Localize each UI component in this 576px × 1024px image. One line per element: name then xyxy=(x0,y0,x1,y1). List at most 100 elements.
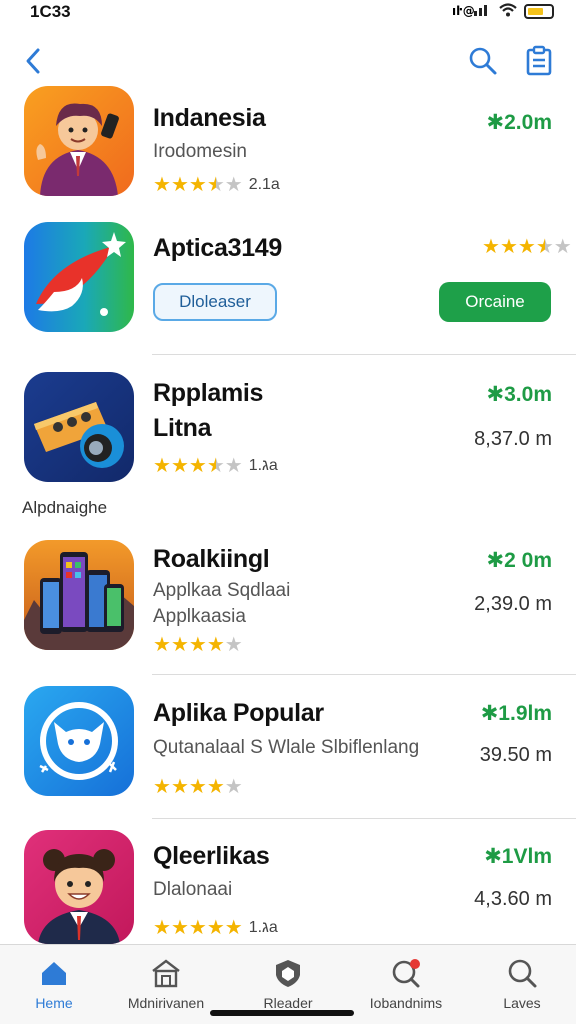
star-icon: ★ xyxy=(170,455,189,477)
tab-home[interactable]: Heme xyxy=(2,953,106,1019)
star-icon: ★ xyxy=(535,236,554,258)
shield-icon xyxy=(276,960,300,987)
rating-stars: ★★★★★ xyxy=(153,915,243,940)
star-icon: ★ xyxy=(170,634,189,656)
store-icon xyxy=(152,959,180,988)
app-icon-qleerlikas xyxy=(24,830,134,944)
cellular-signal-icon: ıŀ@ xyxy=(452,3,492,20)
chevron-left-icon xyxy=(26,48,40,74)
star-icon: ★ xyxy=(206,174,225,196)
app-name: Roalkiingl xyxy=(153,545,270,573)
app-size: 39.50 m xyxy=(479,744,552,766)
home-icon xyxy=(42,962,66,985)
rating-stars: ★★★★★ xyxy=(482,234,572,259)
notification-search-icon xyxy=(392,959,420,988)
section-label: Alpdnaighe xyxy=(22,498,108,517)
rating-stars: ★★★★★ xyxy=(153,453,243,478)
star-icon: ★ xyxy=(170,776,189,798)
app-rating: ★★★★★ xyxy=(153,774,243,799)
home-indicator[interactable] xyxy=(210,1010,354,1016)
rating-count: ג.1a xyxy=(248,918,278,936)
rating-count: ג.1a xyxy=(248,456,278,474)
tab-label: Laves xyxy=(503,995,541,1011)
app-rating: ★★★★★ xyxy=(153,632,243,657)
rating-stars: ★★★★★ xyxy=(153,172,243,197)
install-button[interactable]: Orcaine xyxy=(439,282,551,322)
star-icon: ★ xyxy=(188,917,207,939)
app-rating: ★★★★★ xyxy=(482,234,572,259)
star-icon: ★ xyxy=(153,634,171,656)
navigation-bar xyxy=(0,40,576,84)
app-name: Rpplamis xyxy=(153,379,264,407)
star-icon: ★ xyxy=(482,236,500,258)
star-icon: ★ xyxy=(188,634,207,656)
app-subtitle: Dlalonaai xyxy=(153,879,233,900)
star-icon: ★ xyxy=(206,776,225,798)
star-icon: ★ xyxy=(188,174,207,196)
svg-text:ıŀ@: ıŀ@ xyxy=(452,4,475,17)
star-icon: ★ xyxy=(206,455,225,477)
app-name: Aplika Popular xyxy=(153,699,324,727)
app-list-item[interactable]: Aptica3149 ★★★★★ Dloleaser Orcaine xyxy=(0,222,576,336)
list-button[interactable] xyxy=(522,42,556,78)
app-list-item[interactable]: Qleerlikas Dlalonaai ★★★★★ ג.1a ✱1Vlm 4,… xyxy=(0,830,576,944)
app-rating: ★★★★★ 2.1a xyxy=(153,172,280,197)
rating-count: 2.1a xyxy=(248,175,280,193)
app-list-item[interactable]: Rpplamis Litna ★★★★★ ג.1a ✱3.0m 8,37.0 m xyxy=(0,372,576,486)
app-name-line2: Litna xyxy=(153,414,212,442)
star-icon: ★ xyxy=(153,776,171,798)
app-rating: ★★★★★ ג.1a xyxy=(153,915,278,940)
search-button[interactable] xyxy=(466,42,500,78)
app-list-item[interactable]: Aplika Popular Qutanalaal S Wlale Slbifl… xyxy=(0,686,576,800)
status-time: 1C33 xyxy=(30,2,71,21)
app-price: ✱2 0m xyxy=(486,549,552,572)
star-icon: ★ xyxy=(517,236,536,258)
tab-label: Heme xyxy=(35,995,73,1011)
app-name: Indanesia xyxy=(153,104,266,132)
rating-stars: ★★★★★ xyxy=(153,774,243,799)
app-list-item[interactable]: Indanesia Irodomesin ★★★★★ 2.1a ✱2.0m xyxy=(0,86,576,200)
divider xyxy=(152,818,576,819)
app-subtitle: Applkaa Sqdlaai xyxy=(153,580,291,601)
app-icon-aplika-popular xyxy=(24,686,134,796)
app-size: 4,3.60 m xyxy=(474,888,552,910)
tab-label: Mdnirivanen xyxy=(127,995,205,1011)
download-button[interactable]: Dloleaser xyxy=(153,283,277,321)
app-list-item[interactable]: Roalkiingl Applkaa Sqdlaai Applkaasia ★★… xyxy=(0,540,576,657)
rating-stars: ★★★★★ xyxy=(153,632,243,657)
back-button[interactable] xyxy=(20,42,50,78)
tab-laves[interactable]: Laves xyxy=(470,953,574,1019)
star-icon: ★ xyxy=(170,174,189,196)
divider xyxy=(152,674,576,675)
tab-label: Iobandnims xyxy=(369,995,443,1011)
tab-notifications[interactable]: Iobandnims xyxy=(354,953,458,1019)
star-icon: ★ xyxy=(224,917,243,939)
star-icon: ★ xyxy=(224,634,243,656)
star-icon: ★ xyxy=(153,917,171,939)
status-bar: 1C33 ıŀ@ xyxy=(0,0,576,26)
app-price: ✱1.9lm xyxy=(480,702,552,725)
star-icon: ★ xyxy=(224,174,243,196)
app-price: ✱3.0m xyxy=(486,383,552,406)
star-icon: ★ xyxy=(188,776,207,798)
clipboard-icon xyxy=(526,45,552,76)
app-icon-aptica xyxy=(24,222,134,332)
tab-label: Rleader xyxy=(263,995,313,1011)
wifi-icon xyxy=(498,3,518,20)
app-icon-roalkiingl xyxy=(24,540,134,650)
app-price: ✱1Vlm xyxy=(484,845,552,868)
status-icons: ıŀ@ xyxy=(452,3,554,20)
app-rating: ★★★★★ ג.1a xyxy=(153,453,278,478)
search-icon xyxy=(508,959,537,988)
star-icon: ★ xyxy=(170,917,189,939)
star-icon: ★ xyxy=(553,236,572,258)
star-icon: ★ xyxy=(224,776,243,798)
star-icon: ★ xyxy=(224,455,243,477)
app-icon-indanesia xyxy=(24,86,134,196)
app-size: 2,39.0 m xyxy=(474,593,552,615)
battery-icon xyxy=(524,4,554,19)
app-name: Aptica3149 xyxy=(153,234,283,262)
tab-store[interactable]: Mdnirivanen xyxy=(114,953,218,1019)
app-subtitle-2: Applkaasia xyxy=(153,606,246,627)
app-name: Qleerlikas xyxy=(153,842,270,870)
